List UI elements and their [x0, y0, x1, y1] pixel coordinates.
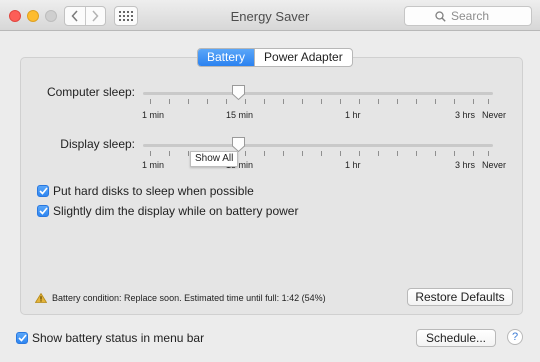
hard-disks-option[interactable]: Put hard disks to sleep when possible [37, 184, 254, 198]
tab-power-adapter[interactable]: Power Adapter [254, 49, 352, 66]
tick-label-1-hr: 1 hr [345, 110, 361, 120]
search-field[interactable] [404, 6, 532, 26]
battery-condition: Battery condition: Replace soon. Estimat… [35, 293, 326, 303]
slider-tick [302, 151, 303, 156]
tab-battery[interactable]: Battery [198, 49, 255, 66]
slider-tick [264, 99, 265, 104]
schedule-button[interactable]: Schedule... [416, 329, 496, 347]
slider-tick [473, 151, 474, 156]
slider-tick [283, 99, 284, 104]
slider-tick [188, 151, 189, 156]
hard-disks-label: Put hard disks to sleep when possible [53, 184, 254, 198]
slider-tick [150, 151, 151, 156]
show-battery-status-label: Show battery status in menu bar [32, 331, 205, 345]
slider-tick [359, 151, 360, 156]
slider-tick [340, 151, 341, 156]
slider-knob[interactable] [231, 84, 246, 101]
slider-tick [378, 99, 379, 104]
show-battery-status-option[interactable]: Show battery status in menu bar [16, 331, 204, 345]
slider-track [143, 144, 493, 147]
checkmark-icon [17, 334, 27, 342]
slider-tick [397, 99, 398, 104]
slider-tick [416, 151, 417, 156]
hard-disks-checkbox[interactable] [37, 185, 49, 197]
slider-tick [226, 99, 227, 104]
slider-tick [207, 99, 208, 104]
battery-condition-text: Battery condition: Replace soon. Estimat… [52, 293, 326, 303]
search-icon [435, 11, 446, 22]
slider-tick [150, 99, 151, 104]
dim-display-label: Slightly dim the display while on batter… [53, 204, 299, 218]
tick-label-3-hrs: 3 hrs [455, 160, 476, 170]
checkmark-icon [38, 207, 48, 215]
slider-tick [454, 99, 455, 104]
slider-tick [397, 151, 398, 156]
power-source-tabs: Battery Power Adapter [197, 48, 353, 67]
tick-label-1-min: 1 min [142, 160, 165, 170]
slider-tick [169, 99, 170, 104]
slider-tick [359, 99, 360, 104]
help-button[interactable]: ? [507, 329, 523, 345]
computer-sleep-label: Computer sleep: [46, 85, 135, 99]
slider-tick [378, 151, 379, 156]
slider-tick [264, 151, 265, 156]
title-bar: Energy Saver [0, 0, 540, 31]
slider-tick [188, 99, 189, 104]
tick-label-1-min: 1 min [142, 110, 165, 120]
slider-tick [283, 151, 284, 156]
dim-display-checkbox[interactable] [37, 205, 49, 217]
slider-tick [473, 99, 474, 104]
tick-label-1-hr: 1 hr [345, 160, 361, 170]
checkmark-icon [38, 187, 48, 195]
warning-battery-icon [35, 293, 47, 303]
slider-tick [488, 151, 489, 156]
slider-track [143, 92, 493, 95]
tick-label-never: Never [482, 110, 507, 120]
slider-tick [169, 151, 170, 156]
slider-tick [340, 99, 341, 104]
slider-tick [435, 151, 436, 156]
show-battery-status-checkbox[interactable] [16, 332, 28, 344]
search-input[interactable] [451, 8, 527, 24]
slider-tick [321, 99, 322, 104]
restore-defaults-button[interactable]: Restore Defaults [407, 288, 513, 306]
slider-tick [454, 151, 455, 156]
slider-tick [321, 151, 322, 156]
slider-tick [435, 99, 436, 104]
display-sleep-label: Display sleep: [60, 137, 135, 151]
tick-label-15-min: 15 min [226, 110, 254, 120]
show-all-tooltip: Show All [190, 151, 239, 167]
dim-display-option[interactable]: Slightly dim the display while on batter… [37, 204, 298, 218]
slider-tick [302, 99, 303, 104]
slider-tick [416, 99, 417, 104]
computer-sleep-slider[interactable] [143, 84, 493, 114]
slider-tick [488, 99, 489, 104]
tick-label-never: Never [482, 160, 507, 170]
tick-label-3-hrs: 3 hrs [455, 110, 476, 120]
